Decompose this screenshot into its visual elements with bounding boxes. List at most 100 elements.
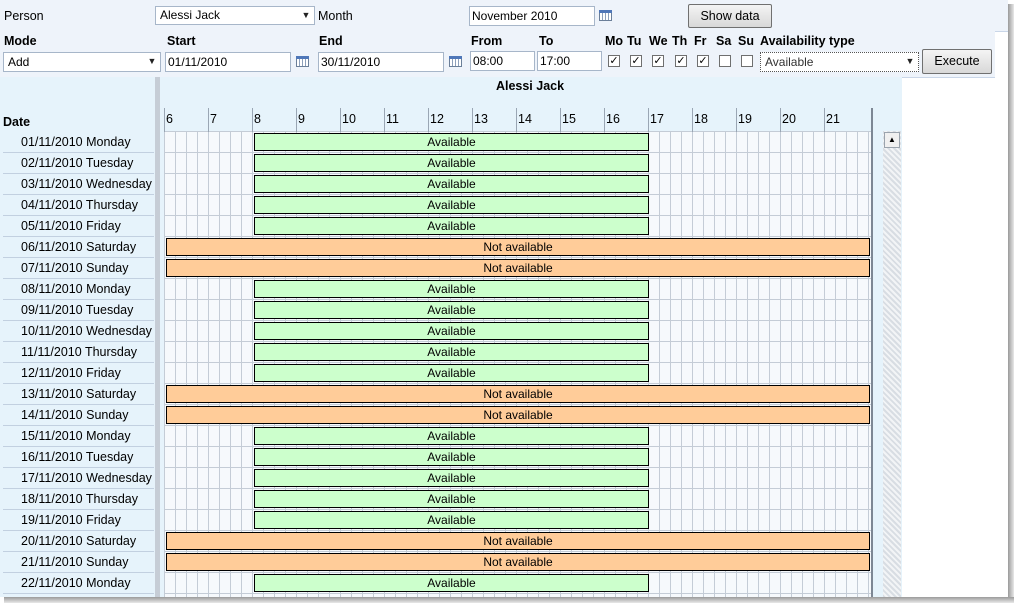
availability-bar[interactable]: Available	[254, 154, 649, 172]
availability-bar[interactable]: Available	[254, 448, 649, 466]
day-label-su: Su	[738, 34, 754, 48]
availability-bar[interactable]: Available	[254, 196, 649, 214]
availability-bar[interactable]: Available	[254, 343, 649, 361]
hour-tick	[252, 108, 253, 132]
date-cell: 16/11/2010 Tuesday	[3, 447, 154, 468]
person-select[interactable]: Alessi Jack ▼	[155, 6, 315, 25]
mode-select[interactable]: Add ▼	[3, 52, 161, 72]
unavailability-bar[interactable]: Not available	[166, 553, 870, 571]
from-time-input[interactable]: 08:00	[470, 51, 535, 71]
chevron-down-icon[interactable]: ▼	[301, 7, 311, 24]
hour-tick	[472, 108, 473, 132]
hour-label: 15	[562, 112, 576, 126]
day-checkbox-tu[interactable]: ✓	[630, 55, 642, 67]
availability-bar[interactable]: Available	[254, 469, 649, 487]
day-label-fr: Fr	[694, 34, 707, 48]
window-shadow	[1008, 4, 1014, 601]
hour-label: 8	[254, 112, 261, 126]
hour-tick	[692, 108, 693, 132]
availability-bar[interactable]: Available	[254, 217, 649, 235]
hour-label: 9	[298, 112, 305, 126]
execute-button[interactable]: Execute	[922, 49, 992, 74]
hour-tick	[736, 108, 737, 132]
availability-type-select[interactable]: Available ▼	[760, 52, 919, 72]
start-date-value: 01/11/2010	[168, 55, 228, 69]
unavailability-bar[interactable]: Not available	[166, 532, 870, 550]
window-shadow	[4, 597, 1014, 603]
day-label-sa: Sa	[716, 34, 732, 48]
date-cell: 15/11/2010 Monday	[3, 426, 154, 447]
chevron-down-icon[interactable]: ▼	[905, 53, 915, 70]
hour-label: 20	[782, 112, 796, 126]
show-data-button[interactable]: Show data	[688, 4, 772, 28]
availability-bar[interactable]: Available	[254, 322, 649, 340]
vertical-scrollbar[interactable]: ▲	[883, 131, 901, 597]
hour-label: 6	[166, 112, 173, 126]
start-calendar-icon[interactable]	[294, 53, 312, 71]
availability-bar[interactable]: Available	[254, 280, 649, 298]
start-date-input[interactable]: 01/11/2010	[165, 52, 291, 72]
availability-bar[interactable]: Available	[254, 175, 649, 193]
chevron-down-icon[interactable]: ▼	[147, 53, 157, 70]
date-cell: 09/11/2010 Tuesday	[3, 300, 154, 321]
month-input-value: November 2010	[472, 9, 558, 23]
month-input[interactable]: November 2010	[469, 6, 595, 26]
date-cell: 12/11/2010 Friday	[3, 363, 154, 384]
unavailability-bar[interactable]: Not available	[166, 259, 870, 277]
end-calendar-icon[interactable]	[447, 53, 465, 71]
grid-splitter[interactable]	[155, 77, 160, 597]
unavailability-bar[interactable]: Not available	[166, 406, 870, 424]
start-label: Start	[167, 34, 196, 48]
date-cell: 04/11/2010 Thursday	[3, 195, 154, 216]
month-label: Month	[318, 9, 353, 23]
hour-label: 11	[386, 112, 399, 126]
day-checkbox-mo[interactable]: ✓	[608, 55, 620, 67]
date-cell: 01/11/2010 Monday	[3, 132, 154, 153]
hour-tick	[648, 108, 649, 132]
availability-bar[interactable]: Available	[254, 511, 649, 529]
to-time-input[interactable]: 17:00	[537, 51, 602, 71]
grid-right-border	[871, 108, 873, 597]
date-cell: 03/11/2010 Wednesday	[3, 174, 154, 195]
day-checkbox-fr[interactable]: ✓	[697, 55, 709, 67]
date-cell: 05/11/2010 Friday	[3, 216, 154, 237]
availability-window: Person Alessi Jack ▼ Month November 2010…	[0, 0, 1008, 597]
unavailability-bar[interactable]: Not available	[166, 238, 870, 256]
date-cell: 19/11/2010 Friday	[3, 510, 154, 531]
hour-tick	[516, 108, 517, 132]
hour-label: 7	[210, 112, 217, 126]
end-date-input[interactable]: 30/11/2010	[318, 52, 444, 72]
availability-bar[interactable]: Available	[254, 427, 649, 445]
calendar-icon	[449, 56, 462, 67]
month-calendar-icon[interactable]	[597, 7, 615, 25]
hour-tick	[428, 108, 429, 132]
day-checkbox-th[interactable]: ✓	[675, 55, 687, 67]
hour-label: 14	[518, 112, 532, 126]
date-cell: 18/11/2010 Thursday	[3, 489, 154, 510]
date-cell: 10/11/2010 Wednesday	[3, 321, 154, 342]
hour-tick	[384, 108, 385, 132]
availability-bar[interactable]: Available	[254, 490, 649, 508]
date-cell: 13/11/2010 Saturday	[3, 384, 154, 405]
availability-type-label: Availability type	[760, 34, 855, 48]
availability-bar[interactable]: Available	[254, 574, 649, 592]
availability-bar[interactable]: Available	[254, 301, 649, 319]
date-cell: 21/11/2010 Sunday	[3, 552, 154, 573]
availability-bar[interactable]: Available	[254, 364, 649, 382]
day-label-mo: Mo	[605, 34, 624, 48]
person-label: Person	[4, 9, 44, 23]
unavailability-bar[interactable]: Not available	[166, 385, 870, 403]
date-cell: 17/11/2010 Wednesday	[3, 468, 154, 489]
hour-tick	[340, 108, 341, 132]
end-label: End	[319, 34, 343, 48]
day-checkbox-sa[interactable]	[719, 55, 731, 67]
day-checkbox-we[interactable]: ✓	[652, 55, 664, 67]
day-checkbox-su[interactable]	[741, 55, 753, 67]
date-cell: 14/11/2010 Sunday	[3, 405, 154, 426]
hour-label: 10	[342, 112, 356, 126]
hour-label: 21	[826, 112, 840, 126]
availability-bar[interactable]: Available	[254, 133, 649, 151]
hour-tick	[164, 108, 165, 132]
scroll-up-icon[interactable]: ▲	[884, 132, 900, 148]
from-label: From	[471, 34, 503, 48]
